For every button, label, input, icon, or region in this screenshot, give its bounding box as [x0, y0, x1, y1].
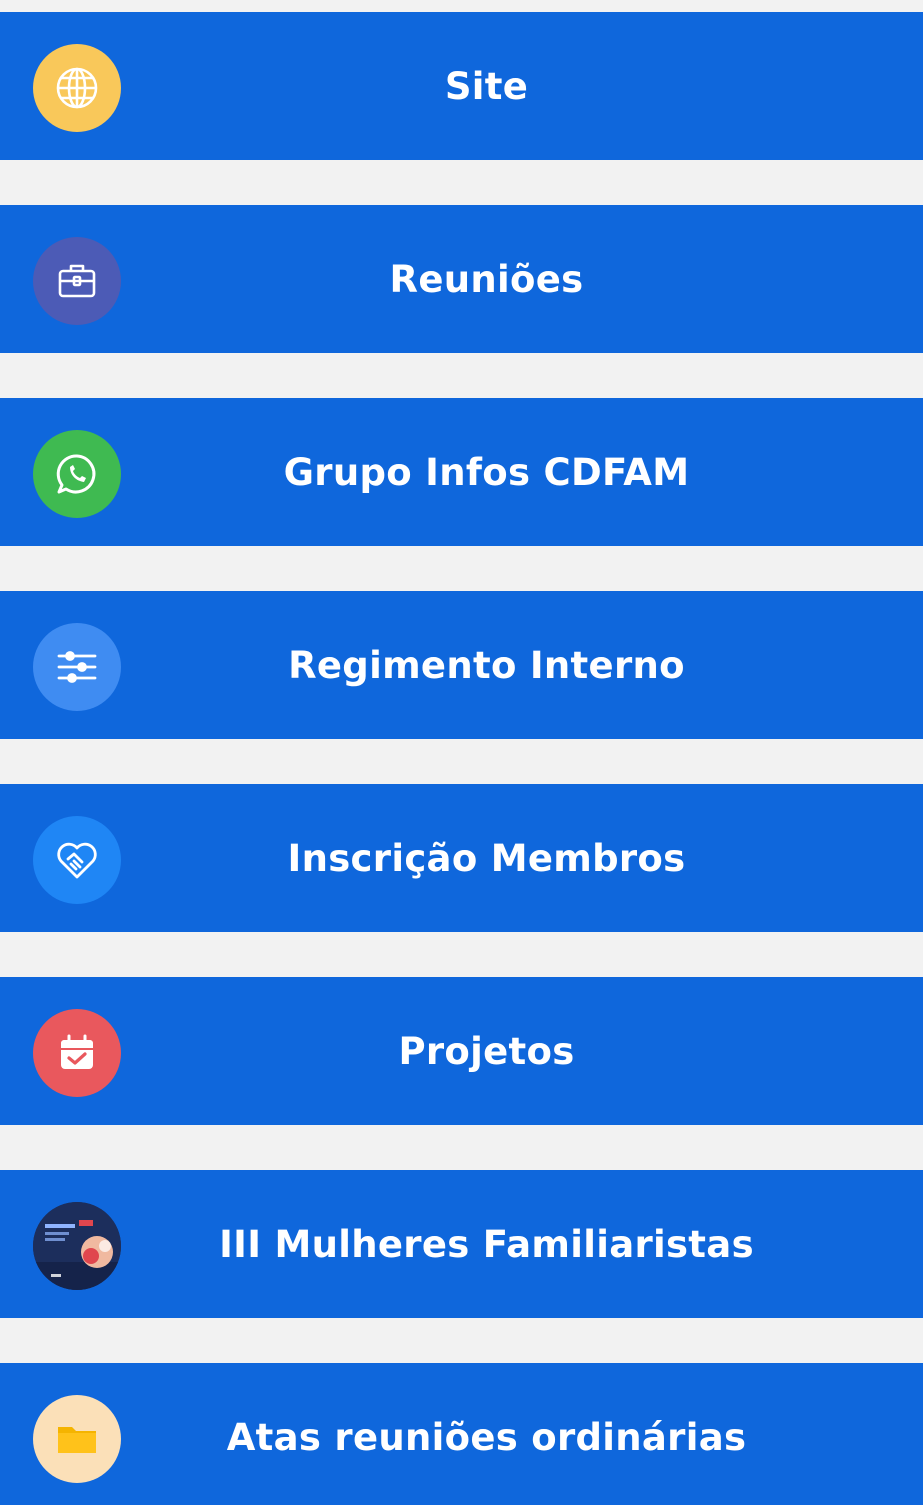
calendar-check-icon — [33, 1009, 121, 1097]
site-label: Site — [444, 64, 529, 108]
regimento-interno-button[interactable]: Regimento Interno — [0, 591, 923, 739]
mulheres-familiaristas-label: III Mulheres Familiaristas — [219, 1222, 754, 1266]
projetos-button[interactable]: Projetos — [0, 977, 923, 1125]
projetos-label: Projetos — [398, 1029, 575, 1073]
briefcase-icon — [33, 237, 121, 325]
heart-handshake-icon — [33, 816, 121, 904]
regimento-interno-label: Regimento Interno — [288, 643, 685, 687]
site-button[interactable]: Site — [0, 12, 923, 160]
whatsapp-icon — [33, 430, 121, 518]
inscricao-membros-label: Inscrição Membros — [287, 836, 686, 880]
globe-icon — [33, 44, 121, 132]
event-thumbnail-icon — [33, 1202, 121, 1290]
atas-reunioes-button[interactable]: Atas reuniões ordinárias — [0, 1363, 923, 1505]
mulheres-familiaristas-button[interactable]: III Mulheres Familiaristas — [0, 1170, 923, 1318]
folder-icon — [33, 1395, 121, 1483]
reunioes-label: Reuniões — [389, 257, 584, 301]
inscricao-membros-button[interactable]: Inscrição Membros — [0, 784, 923, 932]
sliders-icon — [33, 623, 121, 711]
link-list: Site Reuniões Grupo Infos CDFAM Regiment… — [0, 0, 923, 1505]
grupo-infos-button[interactable]: Grupo Infos CDFAM — [0, 398, 923, 546]
reunioes-button[interactable]: Reuniões — [0, 205, 923, 353]
grupo-infos-label: Grupo Infos CDFAM — [283, 450, 690, 494]
atas-reunioes-label: Atas reuniões ordinárias — [226, 1415, 747, 1459]
